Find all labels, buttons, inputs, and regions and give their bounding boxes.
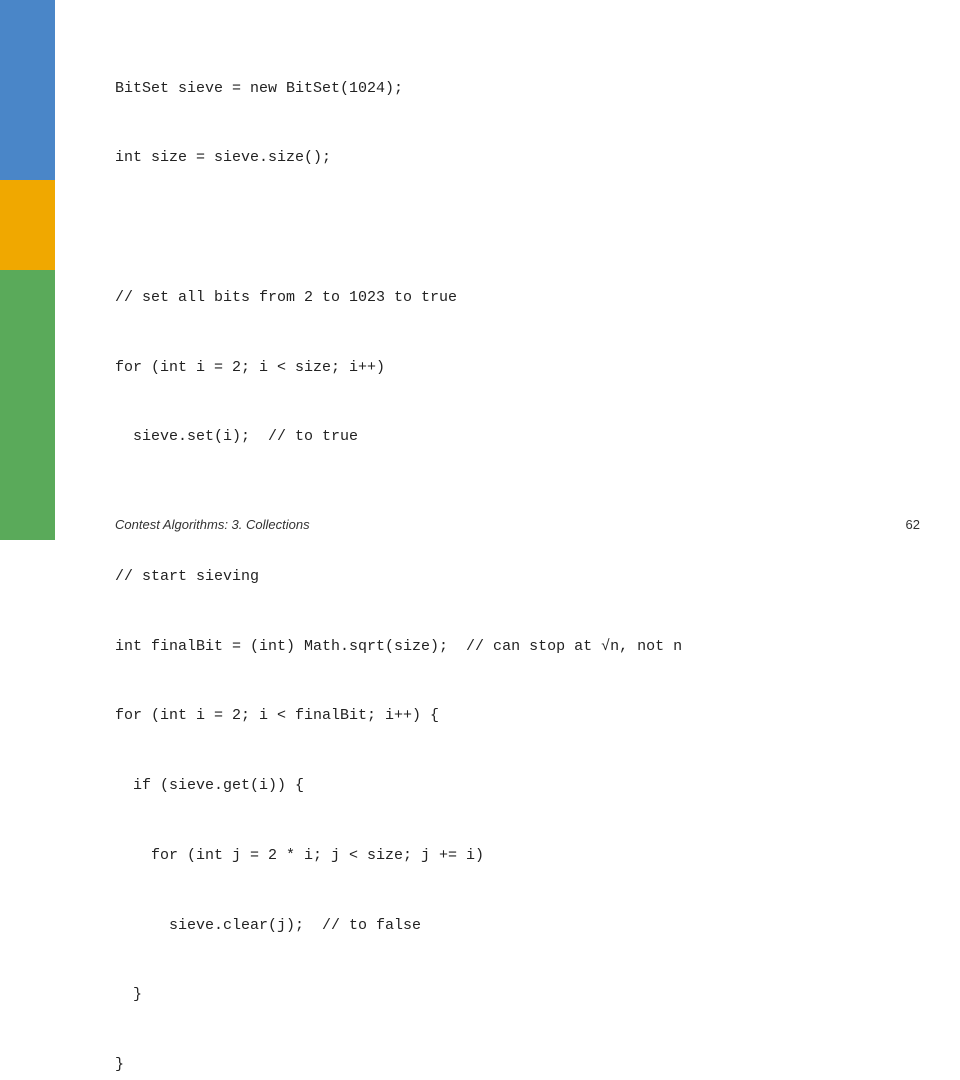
sidebar-mid	[0, 180, 55, 270]
code-line-7: int finalBit = (int) Math.sqrt(size); //…	[115, 635, 920, 658]
left-sidebar	[0, 0, 55, 540]
sidebar-bot	[0, 270, 55, 540]
code-line-3: // set all bits from 2 to 1023 to true	[115, 286, 920, 309]
footer-page-number: 62	[906, 517, 920, 532]
empty-line-2	[115, 495, 920, 518]
code-line-8: for (int i = 2; i < finalBit; i++) {	[115, 704, 920, 727]
sidebar-top	[0, 0, 55, 180]
code-line-6: // start sieving	[115, 565, 920, 588]
code-line-4: for (int i = 2; i < size; i++)	[115, 356, 920, 379]
code-line-12: }	[115, 983, 920, 1006]
code-block: BitSet sieve = new BitSet(1024); int siz…	[115, 30, 920, 1080]
code-line-13: }	[115, 1053, 920, 1076]
code-line-11: sieve.clear(j); // to false	[115, 914, 920, 937]
code-line-9: if (sieve.get(i)) {	[115, 774, 920, 797]
code-line-5: sieve.set(i); // to true	[115, 425, 920, 448]
code-line-2: int size = sieve.size();	[115, 146, 920, 169]
code-line-10: for (int j = 2 * i; j < size; j += i)	[115, 844, 920, 867]
main-content: BitSet sieve = new BitSet(1024); int siz…	[55, 0, 960, 540]
empty-line-1	[115, 216, 920, 239]
code-line-1: BitSet sieve = new BitSet(1024);	[115, 77, 920, 100]
footer-left-label: Contest Algorithms: 3. Collections	[115, 517, 310, 532]
footer: Contest Algorithms: 3. Collections 62	[55, 517, 960, 532]
